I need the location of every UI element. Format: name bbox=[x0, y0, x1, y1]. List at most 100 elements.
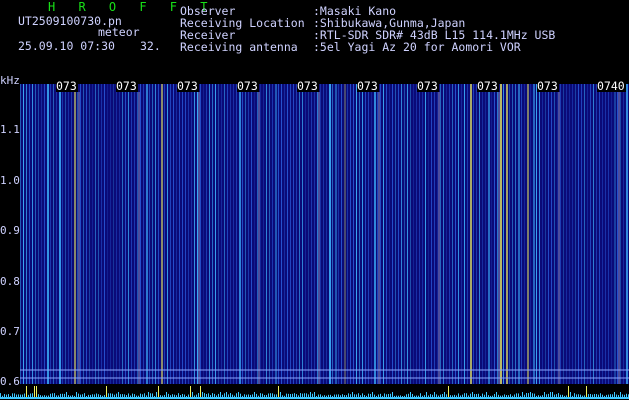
signal-streak bbox=[281, 84, 282, 384]
signal-streak bbox=[410, 84, 411, 384]
signal-streak bbox=[272, 84, 273, 384]
signal-streak bbox=[545, 84, 546, 384]
signal-streak bbox=[245, 84, 246, 384]
signal-streak bbox=[257, 84, 258, 384]
signal-streak bbox=[125, 84, 126, 384]
signal-streak bbox=[62, 84, 63, 384]
signal-streak bbox=[158, 84, 159, 384]
signal-streak bbox=[107, 84, 108, 384]
count-value: 32. bbox=[140, 39, 161, 53]
signal-streak bbox=[191, 84, 192, 384]
signal-streak bbox=[146, 84, 148, 384]
signal-streak bbox=[56, 84, 57, 384]
signal-streak bbox=[236, 84, 237, 384]
signal-streak bbox=[20, 84, 21, 384]
signal-streak bbox=[95, 84, 96, 384]
time-label: 0740 bbox=[597, 79, 626, 93]
signal-streak bbox=[446, 84, 447, 384]
signal-streak bbox=[143, 84, 144, 384]
signal-streak bbox=[617, 84, 618, 384]
signal-streak bbox=[278, 84, 279, 384]
signal-streak bbox=[560, 84, 561, 384]
signal-streak bbox=[389, 84, 390, 384]
level-bar bbox=[200, 386, 201, 398]
signal-streak bbox=[299, 84, 300, 384]
signal-streak bbox=[569, 84, 570, 384]
time-label: 073 bbox=[297, 79, 319, 93]
signal-streak bbox=[110, 84, 111, 384]
level-bar bbox=[106, 386, 107, 398]
signal-streak bbox=[572, 84, 573, 384]
signal-streak bbox=[536, 84, 537, 384]
signal-streak bbox=[155, 84, 156, 384]
signal-streak bbox=[623, 84, 624, 384]
signal-streak bbox=[104, 84, 105, 384]
signal-streak bbox=[89, 84, 90, 384]
level-bar bbox=[586, 386, 587, 398]
signal-streak bbox=[443, 84, 444, 384]
level-bar bbox=[448, 386, 449, 398]
signal-streak bbox=[251, 84, 252, 384]
time-label: 073 bbox=[177, 79, 199, 93]
signal-streak bbox=[590, 84, 591, 384]
date-time: 25.09.10 07:30 bbox=[18, 39, 115, 53]
freq-label: 1.1 bbox=[0, 123, 20, 136]
signal-streak bbox=[557, 84, 558, 384]
signal-streak bbox=[152, 84, 153, 384]
signal-streak bbox=[488, 84, 490, 384]
signal-streak bbox=[413, 84, 414, 384]
signal-streak bbox=[92, 84, 93, 384]
signal-streak bbox=[512, 84, 513, 384]
signal-streak bbox=[194, 84, 195, 384]
signal-streak bbox=[377, 84, 378, 384]
signal-streak bbox=[554, 84, 555, 384]
signal-streak bbox=[581, 84, 582, 384]
signal-streak bbox=[485, 84, 486, 384]
signal-streak bbox=[539, 84, 540, 384]
signal-streak bbox=[41, 84, 42, 384]
signal-streak bbox=[80, 84, 81, 384]
signal-streak bbox=[527, 84, 529, 384]
signal-streak bbox=[239, 84, 241, 384]
signal-streak bbox=[197, 84, 198, 384]
signal-streak bbox=[83, 84, 84, 384]
signal-streak bbox=[563, 84, 564, 384]
signal-streak bbox=[566, 84, 567, 384]
signal-streak bbox=[347, 84, 348, 384]
signal-streak bbox=[320, 84, 321, 384]
signal-streak bbox=[407, 84, 408, 384]
signal-streak bbox=[119, 84, 120, 384]
signal-streak bbox=[353, 84, 354, 384]
signal-streak bbox=[134, 84, 135, 384]
signal-streak bbox=[608, 84, 609, 384]
signal-streak bbox=[464, 84, 465, 384]
signal-streak bbox=[218, 84, 219, 384]
signal-streak bbox=[374, 84, 376, 384]
signal-streak bbox=[506, 84, 508, 384]
signal-streak bbox=[542, 84, 543, 384]
signal-streak bbox=[338, 84, 339, 384]
signal-streak bbox=[68, 84, 69, 384]
signal-streak bbox=[182, 84, 183, 384]
signal-streak bbox=[116, 84, 117, 384]
signal-streak bbox=[518, 84, 520, 384]
spectrogram-background bbox=[20, 84, 629, 384]
signal-streak bbox=[602, 84, 603, 384]
time-label: 073 bbox=[116, 79, 138, 93]
signal-streak bbox=[404, 84, 405, 384]
signal-streak bbox=[416, 84, 417, 384]
signal-streak bbox=[230, 84, 231, 384]
signal-streak bbox=[455, 84, 456, 384]
signal-streak bbox=[386, 84, 387, 384]
signal-streak bbox=[224, 84, 225, 384]
time-label: 073 bbox=[417, 79, 439, 93]
signal-streak bbox=[203, 84, 204, 384]
signal-streak bbox=[323, 84, 324, 384]
signal-streak bbox=[470, 84, 472, 384]
signal-streak bbox=[98, 84, 99, 384]
signal-streak bbox=[47, 84, 49, 384]
time-label: 073 bbox=[237, 79, 259, 93]
file-type: meteor bbox=[98, 25, 140, 39]
signal-streak bbox=[614, 84, 616, 384]
signal-streak bbox=[458, 84, 459, 384]
